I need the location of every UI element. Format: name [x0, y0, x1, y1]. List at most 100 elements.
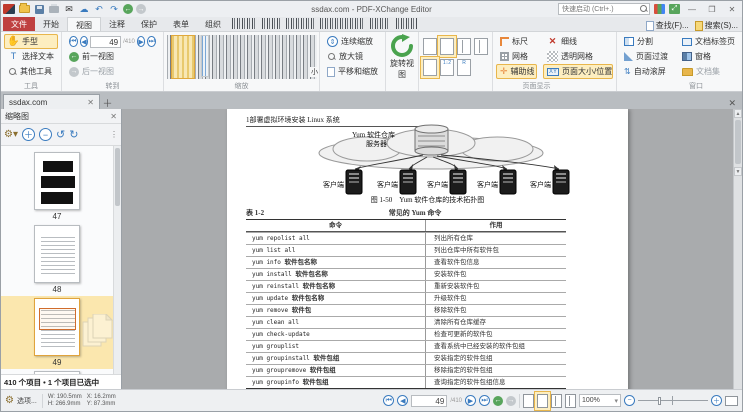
continuous-zoom-button[interactable]: ⇕ 连续缩放 [323, 34, 382, 49]
quick-launch-input[interactable] [558, 3, 650, 15]
pan-zoom-button[interactable]: 平移和缩放 [323, 64, 382, 79]
tab-garbled-1[interactable] [232, 18, 256, 29]
tab-view[interactable]: 视图 [67, 17, 101, 31]
save-icon[interactable] [33, 4, 45, 15]
fullscreen-icon[interactable]: ⤢ [669, 4, 680, 14]
panel-close-icon[interactable]: ✕ [110, 112, 117, 121]
sb-page-number-input[interactable]: 49 [411, 395, 447, 407]
panes-button[interactable]: 窗格 [678, 49, 739, 64]
find-button[interactable]: 查找(F)... [646, 20, 689, 31]
single-page-icon[interactable] [423, 38, 437, 55]
tab-garbled-6[interactable] [396, 18, 418, 29]
doc-set-button[interactable]: 文档集 [678, 64, 739, 79]
next-view-button[interactable]: → 后一视图 [65, 64, 160, 79]
close-button[interactable]: ✕ [724, 3, 740, 15]
zoom-slider[interactable] [638, 394, 708, 407]
continuous-page-icon[interactable] [440, 38, 454, 55]
thumbnail-item-50-partial[interactable] [1, 369, 113, 374]
customize-ui-icon[interactable] [654, 4, 665, 14]
garbled-zoom-icons[interactable]: 小 [167, 35, 317, 79]
page-size-pos-button[interactable]: XY 页面大小/位置 [543, 64, 613, 79]
tab-garbled-3[interactable] [286, 18, 314, 29]
sb-spread-icon[interactable] [565, 394, 576, 408]
garbled-tool[interactable] [201, 35, 209, 77]
close-all-icon[interactable]: ✕ [724, 98, 740, 109]
page-order-icon[interactable]: 1↓2 [440, 59, 454, 76]
continuous-two-icon[interactable] [423, 59, 437, 76]
print-icon[interactable] [48, 4, 60, 15]
tab-organize[interactable]: 组织 [197, 17, 229, 31]
page-rtl-icon[interactable]: R [457, 59, 471, 76]
sb-continuous-icon[interactable] [537, 394, 548, 408]
panel-more-icon[interactable]: ⋮ [110, 130, 118, 139]
cloud-icon[interactable]: ☁ [78, 4, 90, 15]
doc-tabs-button[interactable]: 文档标签页 [678, 34, 739, 49]
tab-garbled-2[interactable] [262, 18, 280, 29]
auto-scroll-button[interactable]: ⇅ 自动滚屏 [620, 64, 672, 79]
select-text-button[interactable]: T 选择文本 [4, 49, 58, 64]
email-icon[interactable]: ✉ [63, 4, 75, 15]
page-transition-button[interactable]: 页面过渡 [620, 49, 672, 64]
document-tab[interactable]: ssdax.com ✕ [3, 94, 100, 109]
forward-view-icon[interactable]: → [136, 4, 146, 14]
zoom-in-thumbs-icon[interactable]: ＋ [22, 128, 35, 141]
back-view-icon[interactable]: ← [123, 4, 133, 14]
sb-next-page-icon[interactable]: ▶ [465, 395, 476, 406]
zoom-out-icon[interactable]: − [624, 395, 635, 406]
tab-protect[interactable]: 保护 [133, 17, 165, 31]
thumbnail-item-48[interactable]: 48 [1, 223, 113, 296]
page-number-input[interactable]: 49 [90, 36, 121, 48]
split-button[interactable]: 分割 [620, 34, 672, 49]
redo-icon[interactable]: ↷ [108, 4, 120, 15]
minimize-button[interactable]: — [684, 3, 700, 15]
hand-tool-button[interactable]: ✋ 手型 [4, 34, 58, 49]
grid-button[interactable]: 网格 [496, 49, 537, 64]
tab-file[interactable]: 文件 [3, 17, 35, 31]
transparent-grid-button[interactable]: 透明网格 [543, 49, 613, 64]
undo-icon[interactable]: ↶ [93, 4, 105, 15]
tab-garbled-4[interactable] [320, 18, 364, 29]
rotate-cw-icon[interactable]: ↻ [69, 128, 78, 141]
next-page-icon[interactable]: ▶ [137, 36, 146, 47]
prev-page-icon[interactable]: ◀ [80, 36, 89, 47]
sb-first-page-icon[interactable]: ⏮ [383, 395, 394, 406]
zoom-level-select[interactable]: 100% ▾ [579, 394, 621, 407]
sb-two-pages-icon[interactable] [551, 394, 562, 408]
sb-single-page-icon[interactable] [523, 394, 534, 408]
first-page-icon[interactable]: ⏮ [69, 36, 78, 47]
document-scrollbar[interactable]: ▲ ▼ [733, 109, 742, 389]
zoom-out-thumbs-icon[interactable]: − [39, 128, 52, 141]
thumbnail-item-47[interactable]: 47 [1, 150, 113, 223]
rotate-ccw-icon[interactable]: ↺ [56, 128, 65, 141]
two-pages-icon[interactable] [457, 38, 471, 55]
tab-start[interactable]: 开始 [35, 17, 67, 31]
rotate-view-button[interactable]: 旋转视图 [389, 34, 415, 80]
previous-view-button[interactable]: ← 前一视图 [65, 49, 160, 64]
guides-button[interactable]: ✛ 辅助线 [496, 64, 537, 79]
zoom-slider-knob[interactable] [658, 397, 661, 405]
open-folder-icon[interactable] [18, 4, 30, 15]
new-tab-button[interactable]: ＋ [100, 96, 115, 109]
scrollbar-thumb[interactable] [735, 120, 741, 164]
search-button[interactable]: 搜索(S)... [695, 20, 738, 31]
tab-garbled-5[interactable] [370, 18, 390, 29]
fit-page-icon[interactable] [725, 396, 738, 406]
tab-form[interactable]: 表单 [165, 17, 197, 31]
thin-lines-button[interactable]: ✕ 细线 [543, 34, 613, 49]
quick-launch[interactable] [558, 3, 650, 15]
sb-last-page-icon[interactable]: ⏭ [479, 395, 490, 406]
garbled-highlighted-tool[interactable] [171, 35, 195, 79]
thumbnails-scrollbar[interactable] [113, 146, 121, 374]
close-tab-icon[interactable]: ✕ [87, 98, 94, 107]
status-options[interactable]: ⚙ 选项... [5, 395, 37, 406]
scroll-up-icon[interactable]: ▲ [734, 109, 742, 118]
zoom-in-icon[interactable]: ＋ [711, 395, 722, 406]
sb-back-view-icon[interactable]: ← [493, 396, 503, 406]
last-page-icon[interactable]: ⏭ [147, 36, 156, 47]
sb-forward-view-icon[interactable]: → [506, 396, 516, 406]
spread-pages-icon[interactable] [474, 38, 488, 55]
loupe-button[interactable]: 放大镜 [323, 49, 382, 64]
tab-comment[interactable]: 注释 [101, 17, 133, 31]
ruler-button[interactable]: 标尺 [496, 34, 537, 49]
scroll-marker-icon[interactable]: ▼ [734, 167, 742, 176]
